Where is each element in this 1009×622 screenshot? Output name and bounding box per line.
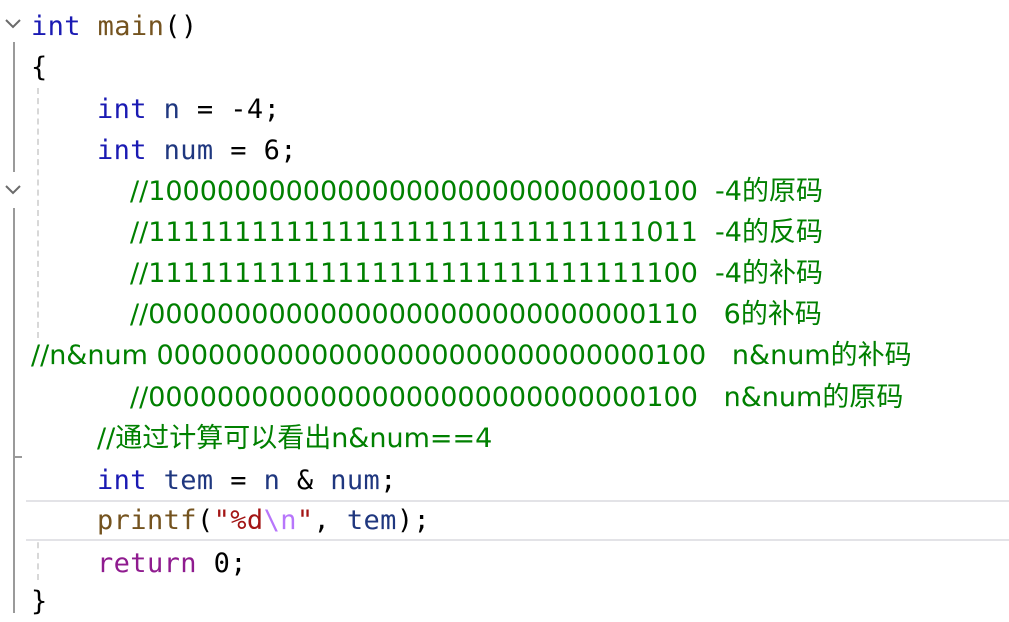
semicolon: ; — [230, 548, 247, 579]
code-line[interactable]: //00000000000000000000000000000100 n&num… — [0, 377, 1009, 418]
operator: = — [213, 465, 264, 496]
string-literal: " — [296, 505, 314, 536]
close-brace: } — [31, 586, 48, 617]
code-line[interactable]: return 0; — [0, 543, 1009, 584]
punctuation: , — [313, 505, 347, 536]
operator: = — [213, 135, 264, 166]
identifier: n — [263, 465, 281, 496]
code-line[interactable]: { — [0, 47, 1009, 88]
keyword: int — [97, 465, 147, 496]
current-code-line[interactable]: printf("%d\n", tem); — [26, 500, 1009, 541]
punctuation: ); — [396, 505, 431, 536]
identifier: tem — [163, 465, 214, 496]
identifier: n — [163, 94, 181, 125]
escape-sequence: \n — [263, 505, 297, 536]
comment: //11111111111111111111111111111100 -4的补码 — [130, 258, 823, 289]
code-line[interactable]: //n&num 00000000000000000000000000000100… — [0, 335, 1009, 376]
number-literal: -4 — [230, 94, 264, 125]
number-literal: 0 — [213, 548, 231, 579]
code-line[interactable]: int n = -4; — [0, 89, 1009, 130]
code-line[interactable]: //通过计算可以看出n&num==4 — [0, 418, 1009, 459]
number-literal: 6 — [263, 135, 281, 166]
function-name: printf — [97, 505, 197, 536]
code-line[interactable]: //10000000000000000000000000000100 -4的原码 — [0, 171, 1009, 212]
code-line[interactable]: //11111111111111111111111111111100 -4的补码 — [0, 253, 1009, 294]
identifier: tem — [346, 505, 397, 536]
keyword: int — [97, 94, 147, 125]
keyword: int — [97, 135, 147, 166]
code-line[interactable]: int num = 6; — [0, 130, 1009, 171]
comment: //通过计算可以看出n&num==4 — [97, 423, 493, 454]
semicolon: ; — [380, 465, 397, 496]
code-editor[interactable]: int main() { int n = -4; int num = 6; //… — [0, 0, 1009, 618]
open-brace: { — [31, 52, 48, 83]
comment: //00000000000000000000000000000110 6的补码 — [130, 299, 822, 330]
semicolon: ; — [263, 94, 281, 125]
identifier: num — [163, 135, 214, 166]
function-name: main — [97, 11, 165, 42]
code-line[interactable]: //00000000000000000000000000000110 6的补码 — [0, 294, 1009, 335]
code-line[interactable]: //11111111111111111111111111111011 -4的反码 — [0, 212, 1009, 253]
punctuation: ( — [196, 505, 214, 536]
keyword: return — [97, 548, 197, 579]
operator: = — [180, 94, 231, 125]
comment: //10000000000000000000000000000100 -4的原码 — [130, 176, 823, 207]
string-literal: "%d — [213, 505, 264, 536]
operator: & — [280, 465, 331, 496]
comment: //00000000000000000000000000000100 n&num… — [130, 382, 904, 413]
comment: //n&num 00000000000000000000000000000100… — [31, 340, 912, 371]
comment: //11111111111111111111111111111011 -4的反码 — [130, 217, 823, 248]
punctuation: () — [164, 11, 198, 42]
code-line[interactable]: int tem = n & num; — [0, 460, 1009, 501]
keyword: int — [31, 11, 81, 42]
code-line[interactable]: } — [0, 581, 1009, 622]
semicolon: ; — [280, 135, 297, 166]
code-line[interactable]: int main() — [0, 6, 1009, 47]
identifier: num — [330, 465, 381, 496]
